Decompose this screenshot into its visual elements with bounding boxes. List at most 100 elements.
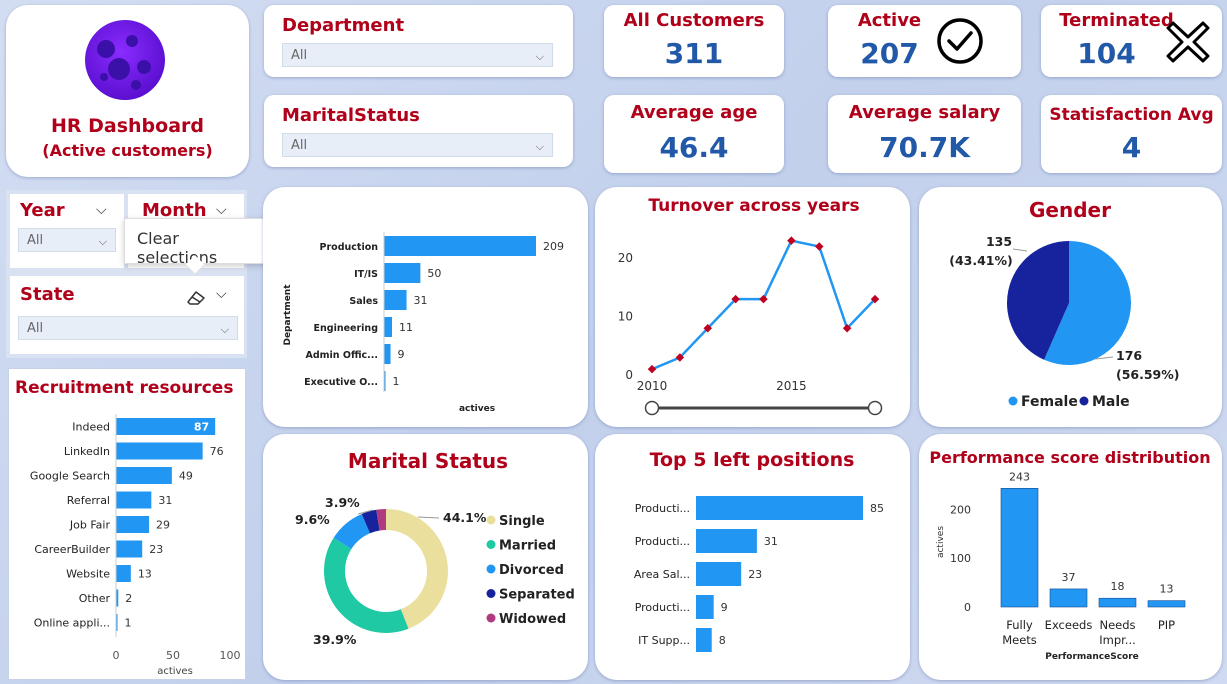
- chevron-down-icon: ⌵: [535, 140, 544, 153]
- kpi-satisfaction: Statisfaction Avg 4: [1041, 95, 1222, 173]
- data-label: 49: [179, 470, 193, 483]
- data-point: [759, 294, 768, 304]
- x-mark-icon: [1166, 21, 1210, 63]
- kpi-terminated-value: 104: [1077, 37, 1136, 70]
- data-label: 76: [210, 445, 224, 458]
- bar: [384, 263, 421, 283]
- x-axis-title: PerformanceScore: [1045, 652, 1139, 662]
- data-label: 18: [1111, 580, 1125, 593]
- category-label: IT/IS: [354, 269, 378, 280]
- bar: [116, 467, 172, 484]
- category-label: Meets: [1002, 633, 1037, 647]
- y-tick-label: 10: [618, 310, 633, 324]
- kpi-average-salary-value: 70.7K: [879, 131, 970, 164]
- bar: [1098, 597, 1137, 608]
- kpi-average-age-value: 46.4: [659, 131, 729, 164]
- data-label: 23: [748, 568, 762, 581]
- data-label: 9: [398, 348, 405, 361]
- year-slicer[interactable]: Year ⌵ All ⌵: [10, 194, 124, 268]
- marital-slicer-label: MaritalStatus: [282, 105, 420, 126]
- data-label: 176: [1116, 348, 1142, 363]
- performance-chart: Performance score distribution 0 100 200 act…: [929, 448, 1210, 662]
- dashboard-subtitle: (Active customers): [42, 141, 213, 160]
- data-label: 135: [986, 234, 1012, 249]
- department-slicer[interactable]: Department All ⌵: [264, 5, 573, 77]
- gender-chart: Gender 176 (56.59%) 135 (43.41%) Female Male: [949, 198, 1179, 410]
- data-label: 85: [870, 502, 884, 515]
- kpi-active: Active 207: [828, 5, 1021, 77]
- data-label: 209: [543, 240, 564, 253]
- data-label: 31: [158, 494, 172, 507]
- data-label: (43.41%): [949, 253, 1013, 268]
- chart-title: Performance score distribution: [929, 448, 1210, 467]
- legend-label: Separated: [499, 588, 575, 603]
- bar: [116, 491, 152, 509]
- dashboard-title: HR Dashboard: [50, 115, 205, 137]
- data-point: [787, 236, 796, 245]
- marital-slicer[interactable]: MaritalStatus All ⌵: [264, 95, 573, 167]
- category-label: IT Supp...: [638, 634, 690, 647]
- data-point: [647, 364, 657, 374]
- kpi-satisfaction-value: 4: [1121, 131, 1142, 164]
- kpi-all-customers-label: All Customers: [623, 10, 765, 31]
- x-tick-label: 50: [166, 649, 180, 662]
- legend-swatch: [486, 589, 496, 598]
- range-slider-handle-end: [867, 400, 883, 416]
- category-label: Indeed: [72, 421, 110, 434]
- year-slicer-label: Year: [20, 200, 65, 221]
- data-label: 23: [149, 543, 163, 556]
- data-label: 8: [719, 634, 726, 647]
- legend-swatch: [1079, 396, 1089, 406]
- y-axis-title: Department: [283, 284, 293, 346]
- data-label: 31: [764, 535, 778, 548]
- leader-line: [1012, 248, 1028, 252]
- state-dropdown[interactable]: All ⌵: [18, 316, 238, 340]
- legend-label: Male: [1092, 394, 1130, 410]
- category-label: CareerBuilder: [34, 543, 110, 556]
- data-label: 1: [125, 617, 132, 630]
- data-label: 29: [156, 519, 170, 532]
- category-label: Area Sal...: [634, 568, 690, 581]
- bar: [696, 562, 742, 586]
- eraser-icon[interactable]: [186, 288, 208, 306]
- bar: [384, 236, 536, 256]
- bar: [384, 290, 407, 310]
- top5-chart: Top 5 left positions Producti... 85 Product…: [634, 449, 884, 652]
- kpi-average-salary: Average salary 70.7K: [828, 95, 1021, 173]
- chevron-down-icon: ⌵: [96, 202, 107, 218]
- marital-dropdown-value: All: [291, 138, 308, 153]
- bar: [696, 628, 712, 652]
- y-tick-label: 0: [625, 368, 633, 382]
- header-card: HR Dashboard (Active customers): [6, 5, 249, 177]
- chevron-down-icon: ⌵: [98, 235, 107, 248]
- category-label: Referral: [67, 494, 110, 507]
- kpi-terminated: Terminated 104: [1041, 5, 1222, 77]
- data-label: 2: [125, 592, 132, 605]
- category-label: Executive O...: [304, 377, 378, 388]
- y-tick-label: 200: [950, 503, 971, 516]
- x-tick-label: 100: [220, 649, 241, 662]
- y-tick-label: 0: [964, 601, 971, 614]
- data-label: 13: [138, 568, 152, 581]
- data-label: 31: [414, 294, 428, 307]
- state-slicer[interactable]: State ⌵ All ⌵: [10, 276, 244, 354]
- legend-label: Married: [499, 539, 556, 554]
- bar: [696, 595, 714, 619]
- category-label: Google Search: [30, 470, 110, 483]
- data-label: 243: [1009, 470, 1030, 483]
- year-dropdown[interactable]: All ⌵: [18, 228, 116, 252]
- marital-dropdown[interactable]: All ⌵: [282, 133, 553, 157]
- category-label: Website: [66, 568, 110, 581]
- bar: [116, 442, 203, 460]
- category-label: Job Fair: [69, 519, 111, 532]
- category-label: Producti...: [635, 601, 690, 614]
- bar: [384, 344, 391, 364]
- data-label: 11: [399, 321, 413, 334]
- department-dropdown[interactable]: All ⌵: [282, 43, 553, 67]
- data-label: 1: [393, 375, 400, 388]
- bar: [116, 540, 143, 558]
- y-tick-label: 100: [950, 552, 971, 565]
- year-dropdown-value: All: [27, 233, 44, 248]
- chart-title: Recruitment resources: [15, 378, 233, 398]
- leader-line: [417, 516, 440, 519]
